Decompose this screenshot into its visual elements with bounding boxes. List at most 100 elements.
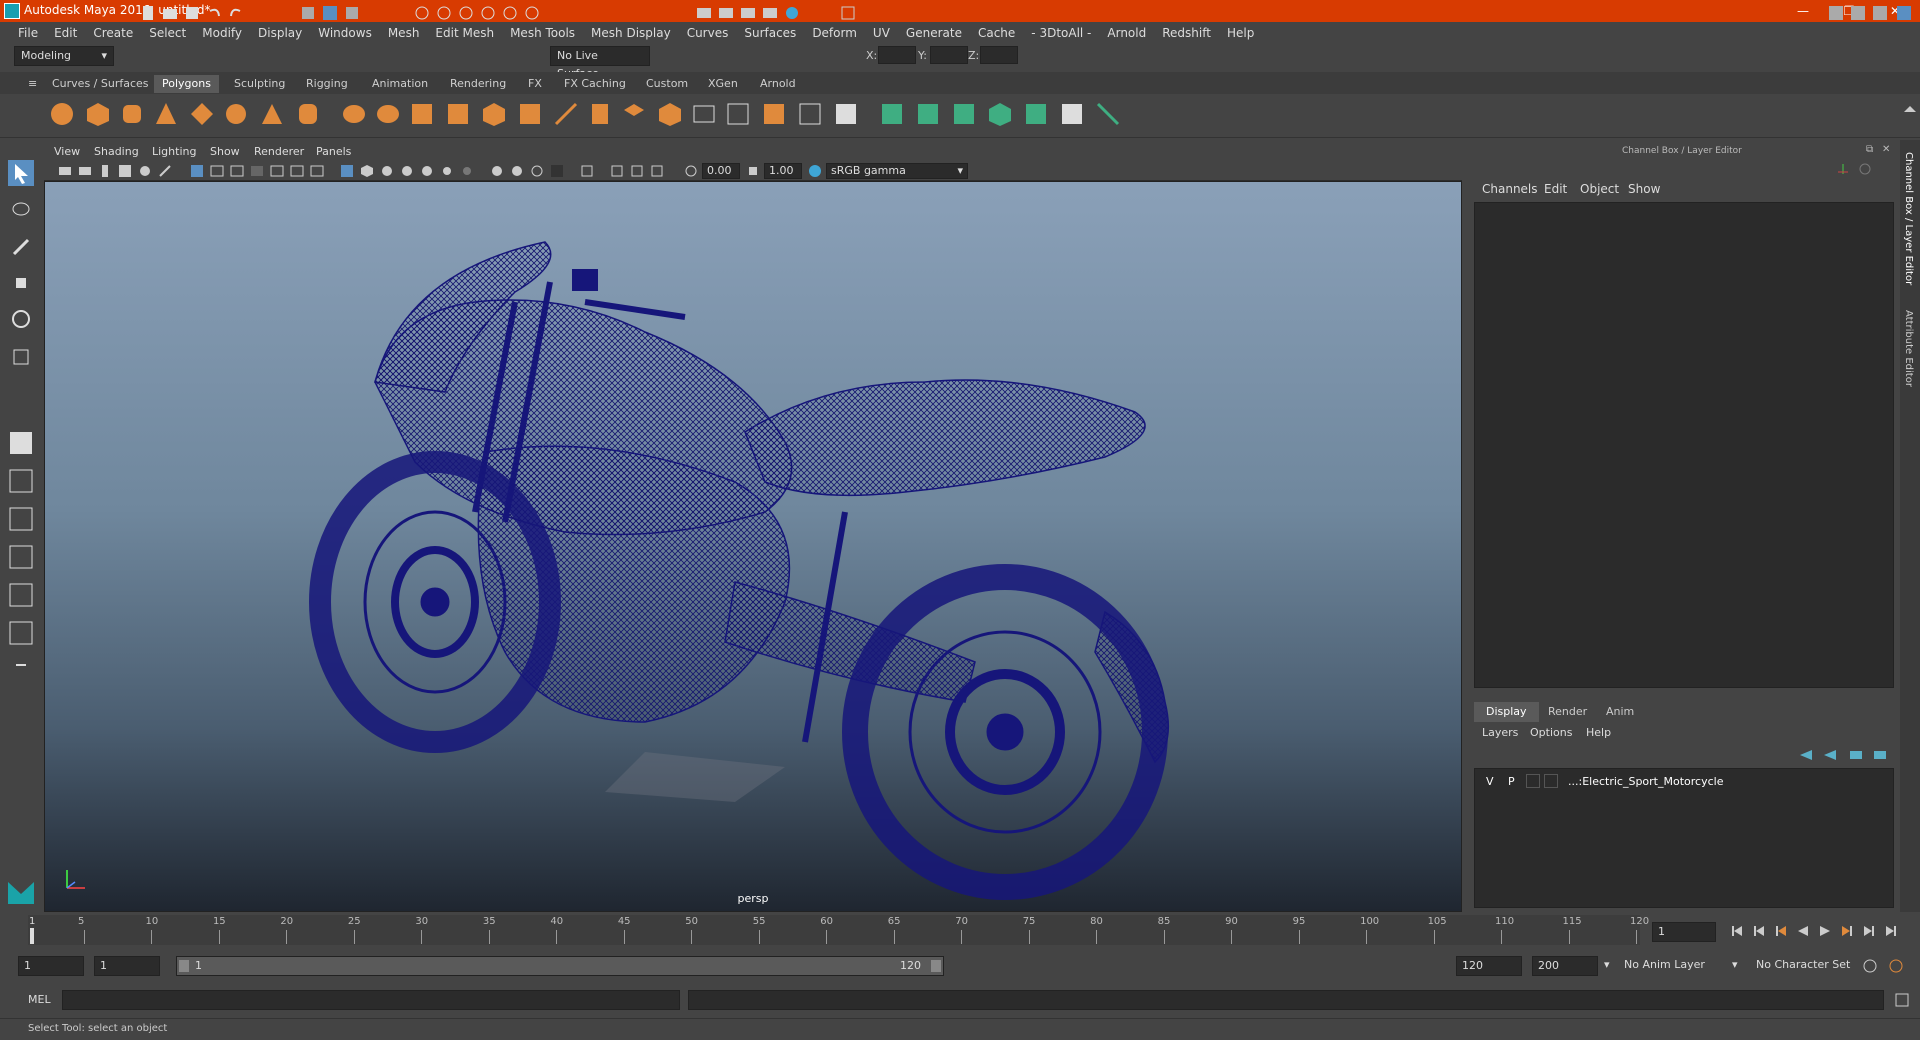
move-tool-icon[interactable] — [8, 270, 34, 296]
snap-point-icon[interactable] — [458, 5, 474, 21]
menu-set-dropdown[interactable]: Modeling ▾ — [14, 46, 114, 66]
side-tab-attribute-editor[interactable]: Attribute Editor — [1903, 310, 1914, 387]
shelf-scroll-icon[interactable] — [1896, 100, 1920, 128]
open-scene-icon[interactable] — [162, 5, 178, 21]
viewport-menu-show[interactable]: Show — [210, 145, 240, 158]
fill-hole-icon[interactable] — [656, 100, 684, 128]
live-surface-field[interactable]: No Live Surface — [550, 46, 650, 80]
insert-edge-loop-icon[interactable] — [690, 100, 718, 128]
snap-view-plane-icon[interactable] — [480, 5, 496, 21]
command-input[interactable] — [62, 990, 680, 1010]
exposure-field[interactable]: 0.00 — [702, 163, 740, 179]
layer-playback-toggle[interactable]: P — [1508, 775, 1515, 788]
float-panel-icon[interactable]: ⧉ — [1866, 144, 1873, 155]
layer-color-swatch[interactable] — [1544, 774, 1558, 788]
isolate-select-icon[interactable] — [580, 164, 594, 178]
viewport-menu-renderer[interactable]: Renderer — [254, 145, 304, 158]
layer-display-type-toggle[interactable] — [1526, 774, 1540, 788]
poly-torus-icon[interactable] — [188, 100, 216, 128]
target-weld-icon[interactable] — [796, 100, 824, 128]
scale-tool-icon[interactable] — [8, 344, 34, 370]
append-polygon-icon[interactable] — [620, 100, 648, 128]
object-menu[interactable]: Object — [1580, 182, 1619, 196]
menu-windows[interactable]: Windows — [310, 26, 380, 40]
depth-of-field-icon[interactable] — [550, 164, 564, 178]
menu-create[interactable]: Create — [85, 26, 141, 40]
gate-mask-icon[interactable] — [250, 164, 264, 178]
step-back-key-icon[interactable] — [1774, 924, 1788, 938]
outliner-layout-icon[interactable] — [8, 620, 34, 646]
auto-keyframe-icon[interactable] — [1862, 958, 1878, 974]
new-layer-icon[interactable] — [1848, 748, 1864, 762]
menu-help[interactable]: Help — [1219, 26, 1262, 40]
ipr-render-icon[interactable] — [740, 5, 756, 21]
render-view-icon[interactable] — [696, 5, 712, 21]
x-field[interactable] — [878, 46, 916, 64]
unfold-uv-icon[interactable] — [1022, 100, 1050, 128]
perspective-viewport[interactable]: persp — [44, 181, 1462, 912]
options-menu[interactable]: Options — [1530, 726, 1572, 739]
move-layer-up-icon[interactable] — [1798, 748, 1814, 762]
range-end-handle[interactable] — [931, 960, 941, 972]
menu-curves[interactable]: Curves — [679, 26, 737, 40]
layers-menu[interactable]: Layers — [1482, 726, 1518, 739]
settings-toggle-icon[interactable] — [1858, 162, 1872, 176]
render-settings-icon[interactable] — [762, 5, 778, 21]
minimize-button[interactable]: — — [1780, 0, 1826, 22]
animation-preferences-icon[interactable] — [1888, 958, 1904, 974]
color-management-icon[interactable] — [808, 164, 822, 178]
layer-visibility-toggle[interactable]: V — [1486, 775, 1494, 788]
x-ray-icon[interactable] — [420, 164, 434, 178]
motion-blur-icon[interactable] — [510, 164, 524, 178]
camera-attributes-icon[interactable] — [78, 164, 92, 178]
shadows-icon[interactable] — [460, 164, 474, 178]
menu-file[interactable]: File — [10, 26, 46, 40]
new-layer-selected-icon[interactable] — [1872, 748, 1888, 762]
poly-cube-icon[interactable] — [84, 100, 112, 128]
viewport-menu-panels[interactable]: Panels — [316, 145, 351, 158]
menu-uv[interactable]: UV — [865, 26, 898, 40]
select-camera-icon[interactable] — [58, 164, 72, 178]
gamma-field[interactable]: 1.00 — [764, 163, 802, 179]
z-field[interactable] — [980, 46, 1018, 64]
edit-menu[interactable]: Edit — [1544, 182, 1567, 196]
two-d-pan-icon[interactable] — [138, 164, 152, 178]
exposure-icon[interactable] — [684, 164, 698, 178]
go-to-start-icon[interactable] — [1730, 924, 1744, 938]
select-hierarchy-icon[interactable] — [300, 5, 316, 21]
smooth-shade-icon[interactable] — [360, 164, 374, 178]
menu-edit-mesh[interactable]: Edit Mesh — [427, 26, 502, 40]
anti-aliasing-icon[interactable] — [530, 164, 544, 178]
anim-layer-dropdown[interactable]: ▾ No Anim Layer — [1604, 956, 1736, 976]
playback-end-field[interactable]: 120 — [1456, 956, 1522, 976]
range-slider[interactable]: 1 120 — [176, 956, 944, 976]
viewport-menu-shading[interactable]: Shading — [94, 145, 139, 158]
planar-mapping-icon[interactable] — [914, 100, 942, 128]
uv-editor-icon[interactable] — [878, 100, 906, 128]
go-to-end-icon[interactable] — [1884, 924, 1898, 938]
lights-icon[interactable] — [440, 164, 454, 178]
menu-3dtoall[interactable]: - 3DtoAll - — [1023, 26, 1099, 40]
grid-icon[interactable] — [190, 164, 204, 178]
bevel-icon[interactable] — [586, 100, 614, 128]
menu-cache[interactable]: Cache — [970, 26, 1023, 40]
side-tab-channel-box[interactable]: Channel Box / Layer Editor — [1903, 152, 1914, 285]
channels-menu[interactable]: Channels — [1482, 182, 1538, 196]
shelf-menu-icon[interactable]: ≡ — [20, 75, 40, 93]
cylindrical-mapping-icon[interactable] — [950, 100, 978, 128]
select-tool-icon[interactable] — [8, 160, 34, 186]
viewport-menu-view[interactable]: View — [54, 145, 80, 158]
snap-curve-icon[interactable] — [436, 5, 452, 21]
range-start-handle[interactable] — [179, 960, 189, 972]
time-slider[interactable] — [28, 915, 1640, 945]
layer-row[interactable]: V P ...:Electric_Sport_Motorcycle — [1478, 772, 1888, 790]
poly-sphere-icon[interactable] — [48, 100, 76, 128]
offset-edge-loop-icon[interactable] — [724, 100, 752, 128]
color-space-dropdown[interactable]: sRGB gamma ▾ — [826, 163, 968, 179]
xray-active-icon[interactable] — [630, 164, 644, 178]
menu-generate[interactable]: Generate — [898, 26, 970, 40]
mirror-icon[interactable] — [444, 100, 472, 128]
menu-redshift[interactable]: Redshift — [1154, 26, 1219, 40]
safe-title-icon[interactable] — [310, 164, 324, 178]
menu-modify[interactable]: Modify — [194, 26, 250, 40]
